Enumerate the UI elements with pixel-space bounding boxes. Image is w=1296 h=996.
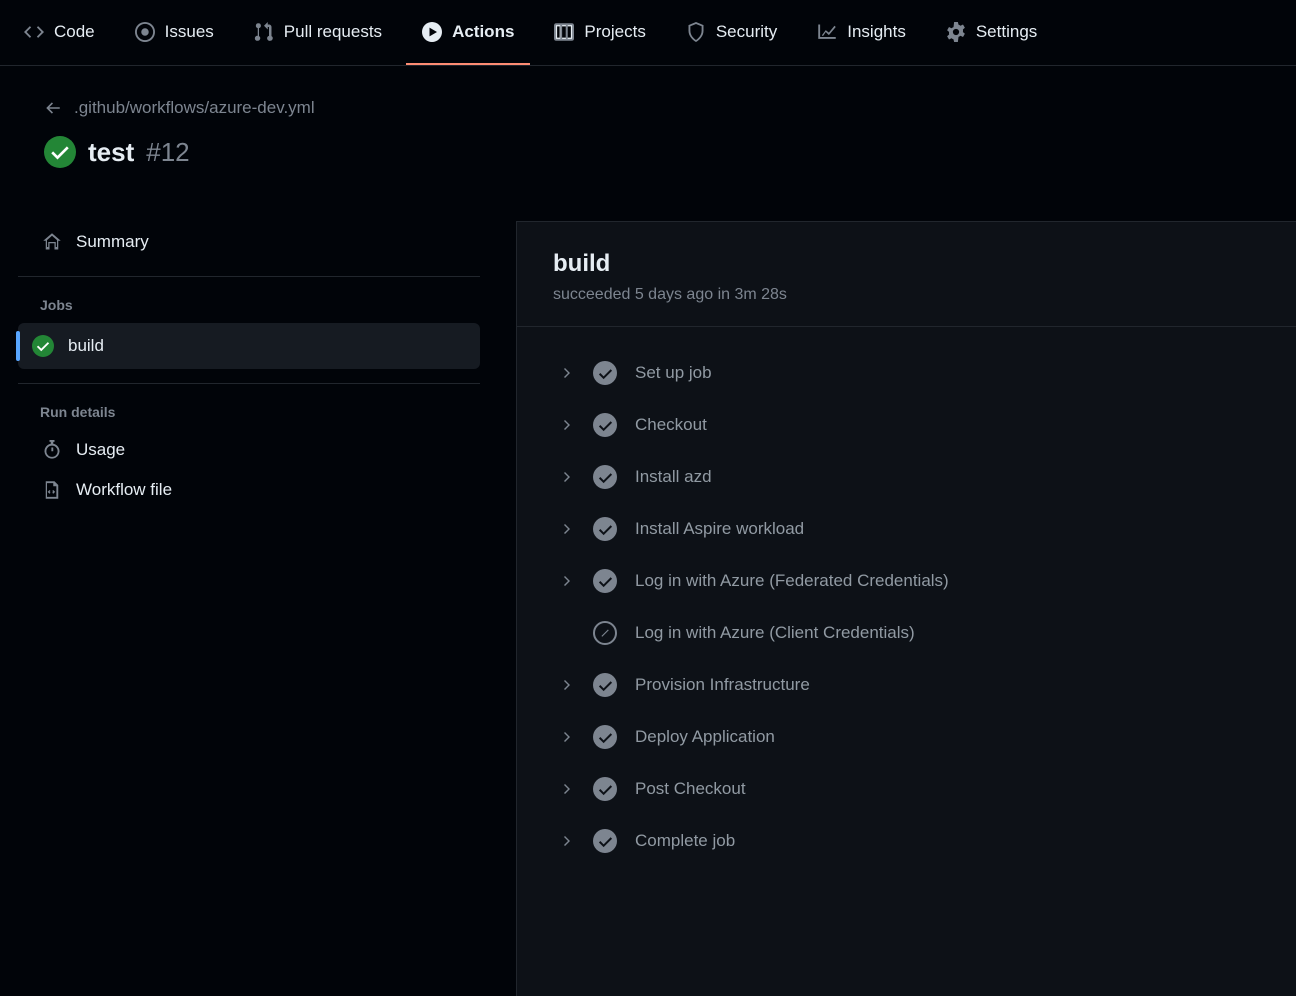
home-icon <box>42 232 62 252</box>
step-row[interactable]: Provision Infrastructure <box>541 659 1272 711</box>
nav-tab-security[interactable]: Security <box>670 0 793 65</box>
nav-tab-insights[interactable]: Insights <box>801 0 922 65</box>
summary-label: Summary <box>76 232 149 252</box>
graph-icon <box>817 22 837 42</box>
nav-label: Settings <box>976 22 1037 42</box>
divider <box>18 276 480 277</box>
status-success-icon <box>593 569 617 593</box>
step-row[interactable]: Checkout <box>541 399 1272 451</box>
play-icon <box>422 22 442 42</box>
sidebar: .github/workflows/azure-dev.yml test #12… <box>0 66 516 996</box>
status-success-icon <box>593 725 617 749</box>
step-label: Post Checkout <box>635 779 746 799</box>
nav-label: Projects <box>584 22 645 42</box>
nav-tab-projects[interactable]: Projects <box>538 0 661 65</box>
job-title: build <box>553 250 1260 278</box>
code-icon <box>24 22 44 42</box>
step-row[interactable]: Complete job <box>541 815 1272 867</box>
status-success-icon <box>32 335 54 357</box>
stopwatch-icon <box>42 440 62 460</box>
step-label: Log in with Azure (Federated Credentials… <box>635 571 949 591</box>
step-label: Deploy Application <box>635 727 775 747</box>
step-row[interactable]: Install azd <box>541 451 1272 503</box>
steps-list: Set up job Checkout Install azd Install … <box>517 327 1296 887</box>
nav-tab-issues[interactable]: Issues <box>119 0 230 65</box>
jobs-heading: Jobs <box>40 297 480 313</box>
sidebar-workflow-file[interactable]: Workflow file <box>28 470 480 510</box>
chevron-right-icon <box>559 573 575 589</box>
step-label: Checkout <box>635 415 707 435</box>
step-label: Log in with Azure (Client Credentials) <box>635 623 915 643</box>
chevron-right-icon <box>559 781 575 797</box>
shield-icon <box>686 22 706 42</box>
run-title-row: test #12 <box>44 136 480 168</box>
breadcrumb: .github/workflows/azure-dev.yml <box>74 98 315 118</box>
sidebar-summary[interactable]: Summary <box>28 222 480 262</box>
chevron-right-icon <box>559 469 575 485</box>
issue-icon <box>135 22 155 42</box>
chevron-right-icon <box>559 729 575 745</box>
repo-nav: Code Issues Pull requests Actions Projec… <box>0 0 1296 66</box>
arrow-left-icon <box>44 99 62 117</box>
nav-label: Pull requests <box>284 22 382 42</box>
status-success-icon <box>593 777 617 801</box>
run-number: #12 <box>146 137 189 168</box>
nav-label: Actions <box>452 22 514 42</box>
step-label: Complete job <box>635 831 735 851</box>
breadcrumb-row[interactable]: .github/workflows/azure-dev.yml <box>44 98 480 118</box>
chevron-right-icon <box>559 521 575 537</box>
nav-label: Code <box>54 22 95 42</box>
pr-icon <box>254 22 274 42</box>
nav-label: Security <box>716 22 777 42</box>
chevron-right-icon <box>559 417 575 433</box>
divider <box>18 383 480 384</box>
step-row[interactable]: Install Aspire workload <box>541 503 1272 555</box>
job-item-build[interactable]: build <box>18 323 480 369</box>
nav-label: Issues <box>165 22 214 42</box>
nav-label: Insights <box>847 22 906 42</box>
step-row[interactable]: Set up job <box>541 347 1272 399</box>
status-success-icon <box>593 465 617 489</box>
status-success-icon <box>44 136 76 168</box>
step-row[interactable]: Log in with Azure (Client Credentials) <box>541 607 1272 659</box>
nav-tab-settings[interactable]: Settings <box>930 0 1053 65</box>
project-icon <box>554 22 574 42</box>
job-label: build <box>68 336 104 356</box>
workflow-file-label: Workflow file <box>76 480 172 500</box>
status-skipped-icon <box>593 621 617 645</box>
chevron-right-icon <box>559 365 575 381</box>
nav-tab-actions[interactable]: Actions <box>406 0 530 65</box>
job-header: build succeeded 5 days ago in 3m 28s <box>517 222 1296 327</box>
chevron-right-icon <box>559 677 575 693</box>
status-success-icon <box>593 361 617 385</box>
step-label: Set up job <box>635 363 712 383</box>
status-success-icon <box>593 517 617 541</box>
gear-icon <box>946 22 966 42</box>
rundetails-heading: Run details <box>40 404 480 420</box>
status-success-icon <box>593 413 617 437</box>
step-row[interactable]: Post Checkout <box>541 763 1272 815</box>
step-label: Provision Infrastructure <box>635 675 810 695</box>
usage-label: Usage <box>76 440 125 460</box>
step-row[interactable]: Deploy Application <box>541 711 1272 763</box>
chevron-right-icon <box>559 833 575 849</box>
status-success-icon <box>593 673 617 697</box>
sidebar-usage[interactable]: Usage <box>28 430 480 470</box>
step-label: Install azd <box>635 467 712 487</box>
step-row[interactable]: Log in with Azure (Federated Credentials… <box>541 555 1272 607</box>
run-name: test <box>88 137 134 168</box>
file-code-icon <box>42 480 62 500</box>
status-success-icon <box>593 829 617 853</box>
job-status-line: succeeded 5 days ago in 3m 28s <box>553 286 1260 304</box>
step-label: Install Aspire workload <box>635 519 804 539</box>
nav-tab-pull-requests[interactable]: Pull requests <box>238 0 398 65</box>
nav-tab-code[interactable]: Code <box>8 0 111 65</box>
job-content: build succeeded 5 days ago in 3m 28s Set… <box>516 221 1296 996</box>
